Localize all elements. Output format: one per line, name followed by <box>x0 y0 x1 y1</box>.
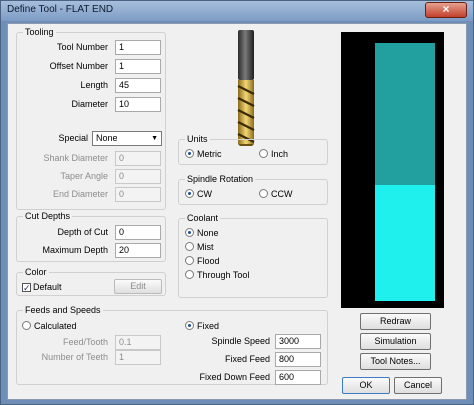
spindle-rotation-label: Spindle Rotation <box>185 174 256 185</box>
coolant-label: Coolant <box>185 213 221 224</box>
fixed-label: Fixed <box>197 321 220 331</box>
spindle-speed-input[interactable]: 3000 <box>275 334 321 349</box>
radio-selected-icon <box>185 321 194 330</box>
checkmark-icon: ✓ <box>22 283 31 293</box>
metric-radio[interactable]: Metric <box>185 149 222 160</box>
shank-diameter-input[interactable]: 0 <box>115 151 161 166</box>
feed-per-tooth-label: Feed/Tooth <box>62 337 108 347</box>
number-of-teeth-label: Number of Teeth <box>41 352 108 362</box>
close-button[interactable]: × <box>425 2 467 18</box>
length-input[interactable]: 45 <box>115 78 161 93</box>
ccw-radio[interactable]: CCW <box>259 189 293 200</box>
title-bar[interactable]: Define Tool - FLAT END × <box>1 1 473 21</box>
cw-label: CW <box>197 189 212 199</box>
preview-flutes <box>375 185 435 301</box>
coolant-flood-radio[interactable]: Flood <box>185 256 220 267</box>
coolant-none-label: None <box>197 228 219 238</box>
depth-of-cut-input[interactable]: 0 <box>115 225 161 240</box>
end-diameter-input[interactable]: 0 <box>115 187 161 202</box>
tooling-label: Tooling <box>23 27 56 38</box>
spindle-speed-label: Spindle Speed <box>211 336 270 346</box>
redraw-button[interactable]: Redraw <box>360 313 431 330</box>
cut-depths-label: Cut Depths <box>23 211 73 222</box>
radio-selected-icon <box>185 149 194 158</box>
tool-number-label: Tool Number <box>56 42 108 52</box>
depth-of-cut-label: Depth of Cut <box>57 227 108 237</box>
diameter-input[interactable]: 10 <box>115 97 161 112</box>
fixed-feed-input[interactable]: 800 <box>275 352 321 367</box>
coolant-through-tool-label: Through Tool <box>197 270 250 280</box>
inch-radio[interactable]: Inch <box>259 149 288 160</box>
fixed-feed-label: Fixed Feed <box>224 354 270 364</box>
window-title: Define Tool - FLAT END <box>7 4 114 15</box>
coolant-through-tool-radio[interactable]: Through Tool <box>185 270 249 281</box>
dialog-client: Tooling Tool Number 1 Offset Number 1 Le… <box>7 23 467 400</box>
end-mill-icon <box>237 30 255 146</box>
radio-selected-icon <box>185 189 194 198</box>
units-label: Units <box>185 134 210 145</box>
radio-icon <box>185 256 194 265</box>
fixed-down-feed-input[interactable]: 600 <box>275 370 321 385</box>
maximum-depth-input[interactable]: 20 <box>115 243 161 258</box>
maximum-depth-label: Maximum Depth <box>42 245 108 255</box>
shank-diameter-label: Shank Diameter <box>43 153 108 163</box>
end-diameter-label: End Diameter <box>52 189 108 199</box>
length-label: Length <box>80 80 108 90</box>
feeds-speeds-label: Feeds and Speeds <box>23 305 103 316</box>
ccw-label: CCW <box>271 189 293 199</box>
inch-label: Inch <box>271 149 289 159</box>
special-value: None <box>96 133 118 143</box>
tool-preview <box>341 32 444 308</box>
feed-per-tooth-input[interactable]: 0.1 <box>115 335 161 350</box>
simulation-button[interactable]: Simulation <box>360 333 431 350</box>
coolant-none-radio[interactable]: None <box>185 228 219 239</box>
close-icon: × <box>442 2 450 16</box>
edit-color-button[interactable]: Edit <box>114 279 162 294</box>
special-select[interactable]: None ▼ <box>92 131 162 146</box>
coolant-mist-radio[interactable]: Mist <box>185 242 214 253</box>
calculated-label: Calculated <box>34 321 77 331</box>
preview-shank <box>375 43 435 185</box>
chevron-down-icon: ▼ <box>151 135 158 142</box>
offset-number-input[interactable]: 1 <box>115 59 161 74</box>
radio-icon <box>185 242 194 251</box>
radio-icon <box>22 321 31 330</box>
diameter-label: Diameter <box>71 99 108 109</box>
tool-notes-button[interactable]: Tool Notes... <box>360 353 431 370</box>
cancel-button[interactable]: Cancel <box>394 377 442 394</box>
calculated-radio[interactable]: Calculated <box>22 321 77 332</box>
color-label: Color <box>23 267 49 278</box>
radio-icon <box>185 270 194 279</box>
define-tool-window: Define Tool - FLAT END × Tooling Tool Nu… <box>0 0 474 405</box>
radio-icon <box>259 189 268 198</box>
taper-angle-input[interactable]: 0 <box>115 169 161 184</box>
radio-icon <box>259 149 268 158</box>
default-color-checkbox[interactable]: ✓ Default <box>22 282 62 293</box>
taper-angle-label: Taper Angle <box>60 171 108 181</box>
offset-number-label: Offset Number <box>49 61 108 71</box>
metric-label: Metric <box>197 149 222 159</box>
radio-selected-icon <box>185 228 194 237</box>
fixed-down-feed-label: Fixed Down Feed <box>199 372 270 382</box>
fixed-radio[interactable]: Fixed <box>185 321 219 332</box>
tool-number-input[interactable]: 1 <box>115 40 161 55</box>
ok-button[interactable]: OK <box>342 377 390 394</box>
cw-radio[interactable]: CW <box>185 189 212 200</box>
number-of-teeth-input[interactable]: 1 <box>115 350 161 365</box>
coolant-flood-label: Flood <box>197 256 220 266</box>
special-label: Special <box>58 133 88 143</box>
coolant-mist-label: Mist <box>197 242 214 252</box>
default-color-label: Default <box>33 282 62 292</box>
